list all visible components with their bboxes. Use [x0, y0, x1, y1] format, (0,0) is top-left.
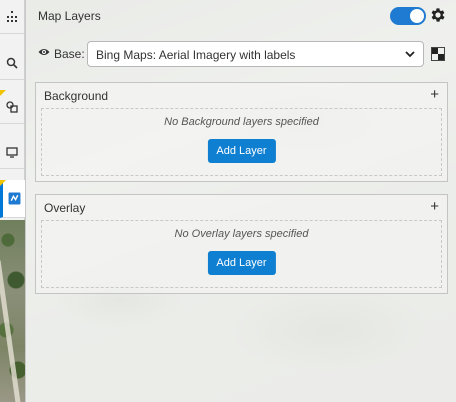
map-layers-panel: Map Layers Base: Bing Maps: Aerial Image… [25, 0, 456, 402]
map-road [0, 260, 22, 402]
overlay-drop-area: No Overlay layers specified Add Layer [41, 220, 442, 288]
base-label: Base: [54, 47, 85, 61]
add-background-layer-button[interactable]: Add Layer [207, 139, 276, 163]
shapes-tool-button[interactable] [0, 90, 24, 124]
background-section-header: Background + [36, 83, 447, 108]
background-title: Background [44, 89, 109, 103]
gear-icon[interactable] [429, 6, 447, 24]
checkerboard-icon[interactable] [431, 47, 445, 61]
marker-notch [0, 90, 6, 96]
map-layers-tool-button[interactable] [0, 180, 26, 218]
eye-icon[interactable] [38, 47, 50, 57]
add-overlay-plus-icon[interactable]: + [430, 198, 439, 215]
background-drop-area: No Background layers specified Add Layer [41, 108, 442, 176]
background-empty-text: No Background layers specified [164, 116, 319, 128]
add-overlay-layer-button[interactable]: Add Layer [207, 251, 276, 275]
layers-visibility-toggle[interactable] [390, 7, 426, 25]
base-layer-row: Base: Bing Maps: Aerial Imagery with lab… [38, 41, 448, 67]
checker-square [438, 54, 444, 60]
marker-notch [0, 180, 6, 186]
left-toolbar [0, 0, 26, 220]
chevron-down-icon [405, 51, 415, 58]
base-layer-select[interactable]: Bing Maps: Aerial Imagery with labels [87, 41, 424, 67]
search-tool-button[interactable] [0, 46, 24, 80]
search-icon [6, 57, 18, 69]
hierarchy-icon [7, 10, 17, 22]
screen-icon [6, 146, 18, 158]
hierarchy-tool-button[interactable] [0, 0, 24, 34]
toggle-knob [410, 9, 424, 23]
map-layers-icon [8, 192, 21, 205]
background-section: Background + No Background layers specif… [35, 82, 448, 182]
overlay-section: Overlay + No Overlay layers specified Ad… [35, 194, 448, 294]
overlay-section-header: Overlay + [36, 195, 447, 220]
map-visible-strip[interactable] [0, 220, 25, 402]
base-layer-selected: Bing Maps: Aerial Imagery with labels [96, 48, 296, 62]
screen-tool-button[interactable] [0, 135, 24, 169]
overlay-title: Overlay [44, 201, 86, 215]
shapes-icon [6, 100, 18, 113]
panel-title: Map Layers [38, 9, 101, 23]
add-background-plus-icon[interactable]: + [430, 86, 439, 103]
overlay-empty-text: No Overlay layers specified [174, 228, 309, 240]
